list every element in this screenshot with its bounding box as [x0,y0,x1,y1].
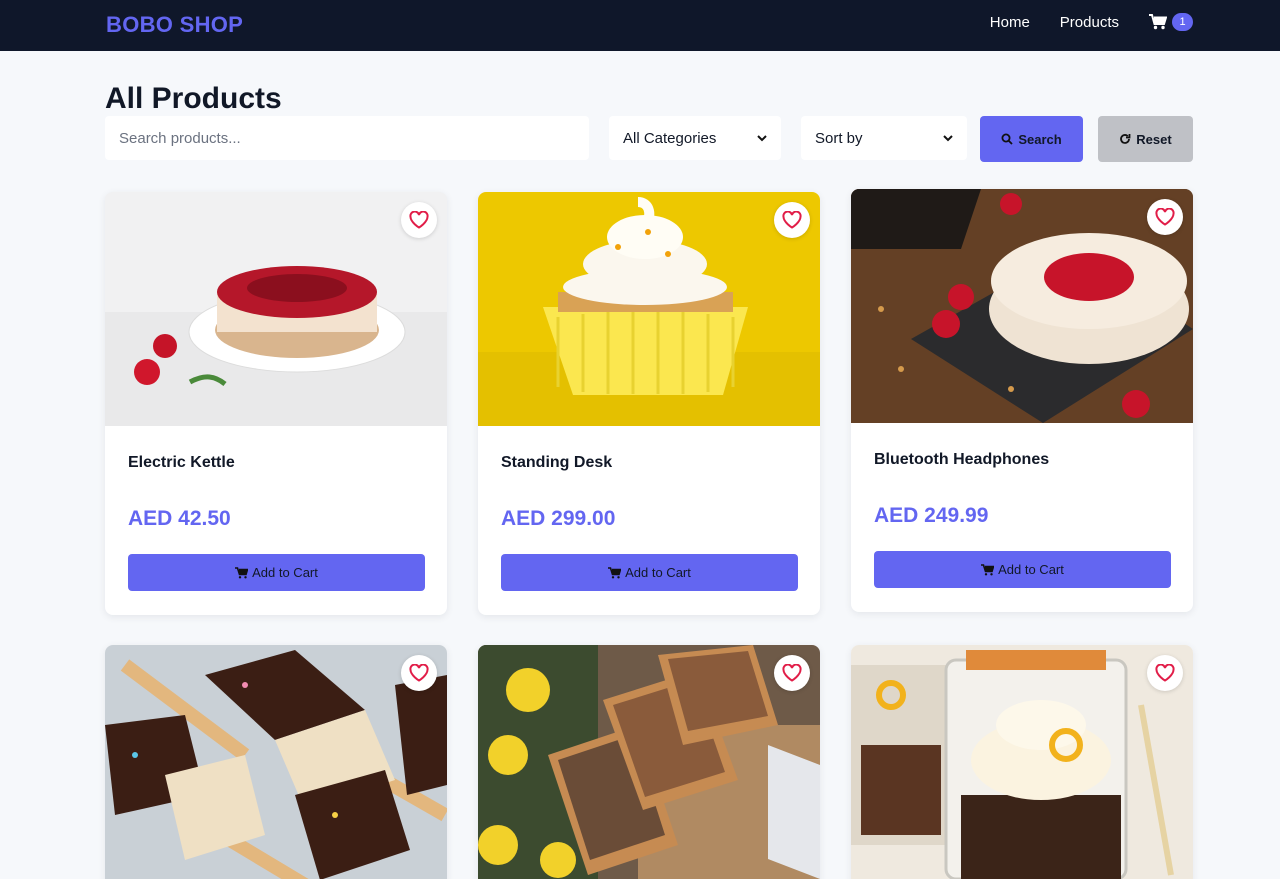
favorite-button[interactable] [774,655,810,691]
nav-link-home[interactable]: Home [990,14,1030,31]
product-image[interactable] [478,645,820,879]
product-card[interactable]: Standing Desk AED 299.00 Add to Cart [478,192,820,615]
cart-icon [235,566,249,578]
heart-icon [409,211,429,229]
product-price: AED 299.00 [501,507,616,530]
cart-icon [1149,14,1167,30]
reset-button-label: Reset [1136,131,1172,147]
sort-select-value: Sort by [815,129,863,147]
add-to-cart-button[interactable]: Add to Cart [874,551,1171,588]
product-name[interactable]: Bluetooth Headphones [874,451,1049,469]
product-name[interactable]: Electric Kettle [128,454,235,472]
product-card[interactable] [851,645,1193,879]
heart-icon [409,664,429,682]
product-card[interactable]: Electric Kettle AED 42.50 Add to Cart [105,192,447,615]
reset-button[interactable]: Reset [1098,116,1193,162]
cart-button[interactable]: 1 [1149,13,1193,31]
category-select-value: All Categories [623,129,717,147]
cart-icon [608,566,622,578]
favorite-button[interactable] [401,655,437,691]
nav-links: Home Products 1 [960,0,1193,44]
favorite-button[interactable] [1147,655,1183,691]
product-image[interactable] [851,645,1193,879]
favorite-button[interactable] [774,202,810,238]
heart-icon [782,664,802,682]
heart-icon [782,211,802,229]
navbar: BOBO SHOP Home Products 1 [0,0,1280,51]
chevron-down-icon [757,135,767,142]
favorite-button[interactable] [1147,199,1183,235]
search-button-label: Search [1018,131,1062,147]
refresh-icon [1120,134,1131,144]
page-title: All Products [105,82,282,115]
add-to-cart-label: Add to Cart [252,565,318,580]
search-icon [1001,133,1013,145]
sort-select[interactable]: Sort by [801,116,967,160]
add-to-cart-button[interactable]: Add to Cart [501,554,798,591]
search-input[interactable] [105,116,589,160]
cart-icon [981,563,995,575]
search-button[interactable]: Search [980,116,1083,162]
product-image[interactable] [851,189,1193,423]
favorite-button[interactable] [401,202,437,238]
nav-link-products[interactable]: Products [1060,14,1119,31]
product-card[interactable] [105,645,447,879]
product-image[interactable] [478,192,820,426]
product-price: AED 249.99 [874,504,989,527]
add-to-cart-label: Add to Cart [998,562,1064,577]
brand-logo[interactable]: BOBO SHOP [106,12,243,38]
category-select[interactable]: All Categories [609,116,781,160]
product-image[interactable] [105,645,447,879]
product-image[interactable] [105,192,447,426]
product-card[interactable]: Bluetooth Headphones AED 249.99 Add to C… [851,189,1193,612]
chevron-down-icon [943,135,953,142]
product-price: AED 42.50 [128,507,231,530]
cart-count-badge: 1 [1172,13,1193,31]
add-to-cart-label: Add to Cart [625,565,691,580]
product-name[interactable]: Standing Desk [501,454,612,472]
heart-icon [1155,208,1175,226]
product-card[interactable] [478,645,820,879]
heart-icon [1155,664,1175,682]
add-to-cart-button[interactable]: Add to Cart [128,554,425,591]
